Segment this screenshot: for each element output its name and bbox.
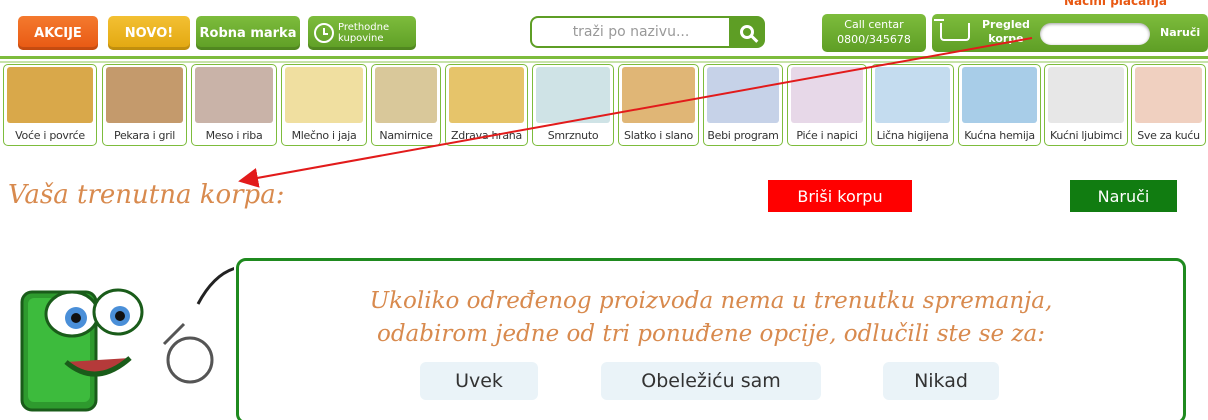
category-label: Bebi program xyxy=(707,129,779,142)
cart-overview-label-line1: Pregled xyxy=(982,18,1030,31)
substitution-question: Ukoliko određenog proizvoda nema u trenu… xyxy=(239,285,1183,351)
previous-purchases-label: Prethodne kupovine xyxy=(338,22,389,44)
toothbrush-icon xyxy=(875,67,950,123)
category-9[interactable]: Piće i napici xyxy=(787,64,867,146)
category-label: Smrznuto xyxy=(547,129,599,142)
payment-methods-link[interactable]: Načini plaćanja xyxy=(1064,0,1167,8)
category-13[interactable]: Sve za kuću xyxy=(1131,64,1206,146)
snowflake-icon xyxy=(536,67,610,123)
cart-order-link[interactable]: Naruči xyxy=(1160,26,1200,39)
shopping-cart-mascot-icon xyxy=(20,267,234,412)
search-input[interactable]: traži po nazivu... xyxy=(530,16,730,48)
previous-purchases-button[interactable]: Prethodne kupovine xyxy=(308,16,416,50)
previous-purchases-label-line1: Prethodne xyxy=(338,22,390,33)
page-title: Vaša trenutna korpa: xyxy=(8,180,285,210)
baby-icon xyxy=(707,67,779,123)
category-1[interactable]: Pekara i gril xyxy=(102,64,187,146)
category-10[interactable]: Lična higijena xyxy=(871,64,954,146)
category-5[interactable]: Zdrava hrana xyxy=(445,64,528,146)
call-center-label: Call centar xyxy=(844,18,904,31)
akcije-button[interactable]: AKCIJE xyxy=(18,16,98,50)
novo-button[interactable]: NOVO! xyxy=(108,16,190,50)
cookies-icon xyxy=(622,67,695,123)
order-button[interactable]: Naruči xyxy=(1070,180,1177,212)
category-label: Pekara i gril xyxy=(114,129,175,142)
category-label: Zdrava hrana xyxy=(451,129,522,142)
category-label: Piće i napici xyxy=(796,129,858,142)
category-8[interactable]: Bebi program xyxy=(703,64,783,146)
cart-total-field xyxy=(1040,23,1150,45)
groceries-icon xyxy=(375,67,437,123)
option-nikad-button[interactable]: Nikad xyxy=(883,362,999,400)
category-label: Lična higijena xyxy=(876,129,949,142)
category-label: Meso i riba xyxy=(205,129,263,142)
category-label: Kućna hemija xyxy=(964,129,1035,142)
cart-icon xyxy=(934,19,970,41)
honey-icon xyxy=(449,67,524,123)
robna-marka-button[interactable]: Robna marka xyxy=(196,16,300,50)
category-label: Sve za kuću xyxy=(1137,129,1200,142)
cart-overview-label: Pregled korpe xyxy=(982,18,1030,46)
bread-icon xyxy=(106,67,183,123)
category-12[interactable]: Kućni ljubimci xyxy=(1044,64,1128,146)
cart-overview-label-line2: korpe xyxy=(988,32,1024,45)
detergent-icon xyxy=(962,67,1037,123)
clock-icon xyxy=(314,23,334,43)
category-label: Slatko i slano xyxy=(624,129,693,142)
category-2[interactable]: Meso i riba xyxy=(191,64,277,146)
dairy-eggs-icon xyxy=(285,67,363,123)
page: Načini plaćanja AKCIJE NOVO! Robna marka… xyxy=(0,0,1208,420)
previous-purchases-label-line2: kupovine xyxy=(338,33,384,44)
category-0[interactable]: Voće i povrće xyxy=(3,64,97,146)
category-6[interactable]: Smrznuto xyxy=(532,64,614,146)
option-uvek-button[interactable]: Uvek xyxy=(420,362,538,400)
category-label: Mlečno i jaja xyxy=(291,129,357,142)
category-label: Kućni ljubimci xyxy=(1050,129,1122,142)
drinks-icon xyxy=(791,67,863,123)
category-label: Namirnice xyxy=(379,129,433,142)
category-label: Voće i povrće xyxy=(15,129,85,142)
pet-icon xyxy=(1048,67,1124,123)
clear-cart-button[interactable]: Briši korpu xyxy=(768,180,912,212)
meat-fish-icon xyxy=(195,67,273,123)
question-line-2: odabirom jedne od tri ponuđene opcije, o… xyxy=(376,321,1046,347)
option-obelezicu-sam-button[interactable]: Obeležiću sam xyxy=(601,362,821,400)
search-button[interactable] xyxy=(729,16,765,48)
fruit-vegetable-icon xyxy=(7,67,93,123)
category-3[interactable]: Mlečno i jaja xyxy=(281,64,367,146)
house-icon xyxy=(1135,67,1202,123)
search-icon xyxy=(740,25,754,39)
question-line-1: Ukoliko određenog proizvoda nema u trenu… xyxy=(369,288,1053,314)
cart-overview-button[interactable]: Pregled korpe Naruči xyxy=(932,14,1208,52)
call-center-info[interactable]: Call centar 0800/345678 xyxy=(822,14,926,52)
category-7[interactable]: Slatko i slano xyxy=(618,64,699,146)
category-4[interactable]: Namirnice xyxy=(371,64,441,146)
category-11[interactable]: Kućna hemija xyxy=(958,64,1041,146)
call-center-phone: 0800/345678 xyxy=(837,33,911,46)
